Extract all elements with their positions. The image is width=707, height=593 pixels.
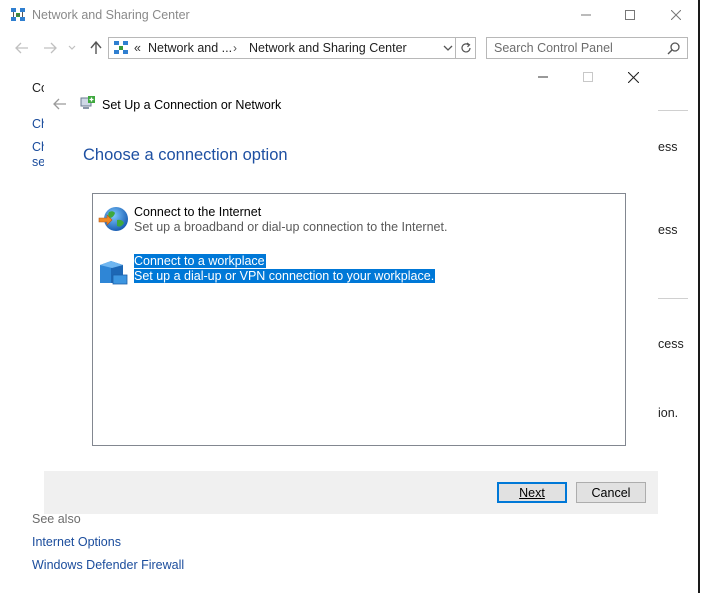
breadcrumb-overflow[interactable]: « — [134, 41, 141, 55]
option-title: Connect to a workplace — [134, 254, 266, 268]
control-panel-icon — [113, 40, 129, 56]
background-text-fragment: ion. — [658, 406, 679, 420]
setup-connection-dialog: Set Up a Connection or Network Choose a … — [44, 62, 658, 514]
dialog-close-button[interactable] — [610, 65, 656, 89]
next-button-label: Next — [519, 485, 545, 500]
connection-options-list[interactable]: Connect to the Internet Set up a broadba… — [92, 193, 626, 446]
arrow-left-icon — [53, 98, 66, 110]
search-input[interactable]: Search Control Panel — [486, 37, 688, 59]
next-button[interactable]: Next — [497, 482, 567, 503]
arrow-right-icon — [44, 42, 57, 54]
setup-network-icon — [80, 95, 96, 111]
minimize-icon — [581, 14, 591, 16]
search-icon[interactable] — [667, 41, 681, 55]
dialog-heading: Choose a connection option — [83, 146, 288, 164]
cancel-button-label: Cancel — [591, 485, 631, 500]
refresh-button[interactable] — [456, 37, 476, 59]
breadcrumb-network-and[interactable]: Network and ... — [148, 41, 232, 55]
workplace-building-icon — [97, 253, 131, 287]
desktop-strip — [700, 0, 707, 593]
search-placeholder: Search Control Panel — [494, 41, 613, 55]
background-text-fragment: cess — [658, 337, 684, 351]
option-description: Set up a broadband or dial-up connection… — [134, 220, 448, 234]
arrow-up-icon — [90, 41, 102, 54]
recent-locations-button[interactable] — [64, 38, 80, 58]
background-text-fragment: ess — [658, 140, 678, 154]
dialog-minimize-button[interactable] — [520, 65, 566, 89]
maximize-icon — [583, 72, 593, 82]
network-app-icon — [10, 7, 26, 23]
close-button[interactable] — [653, 0, 699, 30]
breadcrumb-network-sharing-center[interactable]: Network and Sharing Center — [249, 41, 407, 55]
close-icon — [627, 71, 639, 83]
refresh-icon — [460, 42, 471, 53]
dialog-maximize-button[interactable] — [565, 65, 611, 89]
windows-defender-firewall-link[interactable]: Windows Defender Firewall — [32, 558, 184, 572]
internet-options-link[interactable]: Internet Options — [32, 535, 121, 549]
window-title: Network and Sharing Center — [32, 8, 190, 22]
navigation-bar: « Network and ... › Network and Sharing … — [0, 34, 698, 62]
see-also-label: See also — [32, 512, 81, 526]
divider — [658, 110, 688, 111]
up-button[interactable] — [86, 38, 106, 58]
chevron-down-icon — [68, 45, 76, 50]
option-title: Connect to the Internet — [134, 205, 262, 219]
arrow-left-icon — [15, 42, 28, 54]
back-button[interactable] — [12, 38, 32, 58]
dialog-title: Set Up a Connection or Network — [102, 98, 282, 112]
forward-button[interactable] — [40, 38, 60, 58]
option-description: Set up a dial-up or VPN connection to yo… — [134, 269, 436, 283]
option-connect-to-workplace[interactable]: Connect to a workplace Set up a dial-up … — [97, 253, 617, 289]
minimize-icon — [538, 76, 548, 78]
maximize-button[interactable] — [607, 0, 653, 30]
cancel-button[interactable]: Cancel — [576, 482, 646, 503]
dialog-back-button[interactable] — [52, 96, 68, 112]
address-bar[interactable]: « Network and ... › Network and Sharing … — [108, 37, 456, 59]
minimize-button[interactable] — [563, 0, 609, 30]
close-icon — [671, 10, 681, 20]
background-text-fragment: ess — [658, 223, 678, 237]
breadcrumb-separator[interactable]: › — [233, 41, 237, 55]
outer-titlebar: Network and Sharing Center — [0, 0, 698, 32]
globe-network-icon — [97, 204, 131, 238]
chevron-down-icon — [443, 45, 453, 51]
divider — [658, 298, 688, 299]
address-dropdown-button[interactable] — [442, 42, 454, 54]
option-connect-to-internet[interactable]: Connect to the Internet Set up a broadba… — [97, 204, 617, 240]
maximize-icon — [625, 10, 635, 20]
